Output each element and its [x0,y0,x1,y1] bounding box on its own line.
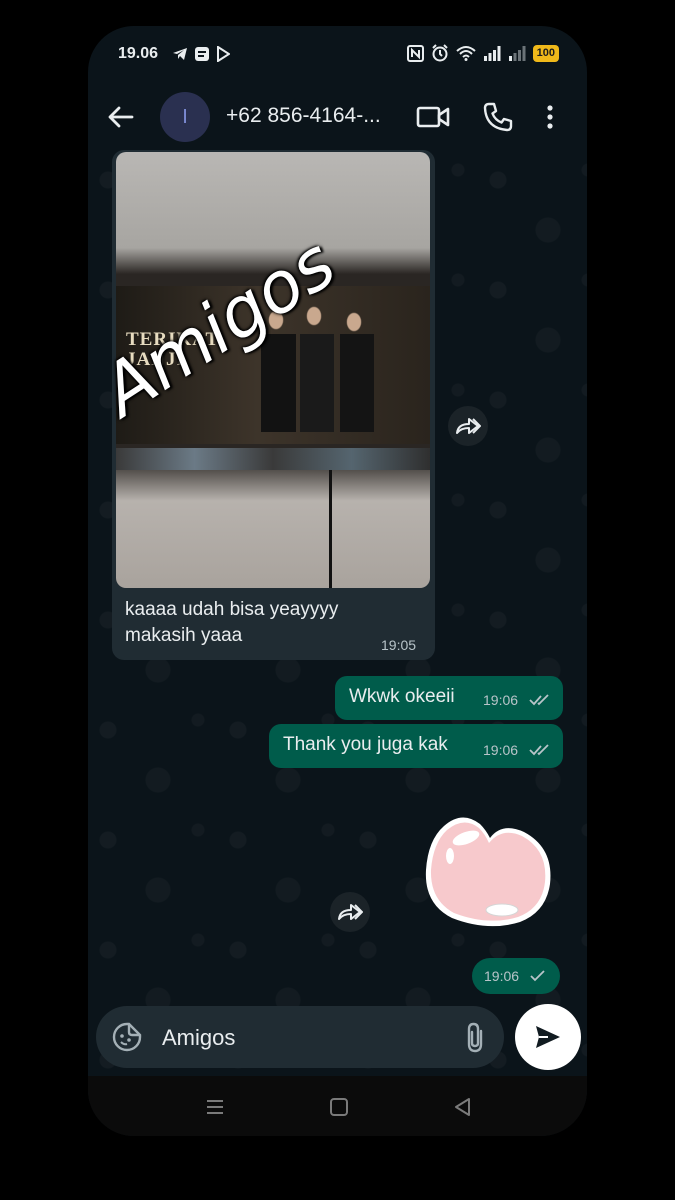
outgoing-message[interactable]: Thank you juga kak 19:06 [269,724,563,768]
photo-shelf [116,448,430,470]
message-time: 19:06 [483,692,519,708]
send-icon [536,1026,560,1048]
system-nav-bar [88,1076,587,1136]
message-input[interactable] [160,1022,454,1054]
signal-icon [483,46,501,61]
send-button[interactable] [515,1004,581,1070]
photo-cable [329,470,332,588]
message-app-icon [195,47,209,61]
phone-call-icon[interactable] [482,101,514,133]
sticker-emoji-icon[interactable] [112,1022,142,1052]
recent-apps-icon[interactable] [204,1096,226,1118]
message-input-pill[interactable] [96,1006,504,1068]
double-check-icon [529,744,549,756]
sticker-time-chip: 19:06 [472,958,560,994]
contact-name[interactable]: +62 856-4164-... [226,104,381,128]
chat-header: I +62 856-4164-... [88,82,587,150]
forward-icon [338,904,363,920]
chat-area[interactable]: TERIKAT JANJI Amigos kaaaa udah bisa yea… [88,150,587,1076]
message-text: Thank you juga kak [283,734,448,755]
incoming-image-message[interactable]: TERIKAT JANJI Amigos kaaaa udah bisa yea… [88,150,435,660]
message-text: Wkwk okeeii [349,686,455,707]
signal-icon-2 [508,46,526,61]
status-time: 19.06 [118,45,159,62]
wifi-icon [455,46,476,61]
forward-button[interactable] [330,892,370,932]
alarm-icon [431,44,448,62]
phone-screen: 19.06 100 I +62 856-4164-... TERIKAT JAN… [88,26,587,1136]
status-right-icons: 100 [406,44,559,62]
home-icon[interactable] [328,1096,350,1118]
message-caption-line-1: kaaaa udah bisa yeayyyy [125,599,339,620]
outgoing-message[interactable]: Wkwk okeeii 19:06 [335,676,563,720]
avatar[interactable]: I [160,92,210,142]
nfc-icon [406,44,424,62]
attachment-icon[interactable] [462,1022,490,1054]
message-time: 19:06 [484,968,520,984]
battery-icon: 100 [532,44,559,62]
message-time: 19:05 [381,637,417,653]
back-icon[interactable] [452,1096,474,1118]
double-check-icon [529,694,549,706]
play-icon [217,46,230,62]
back-arrow-icon[interactable] [106,102,136,132]
more-vert-icon[interactable] [542,101,558,133]
message-composer [88,1004,587,1076]
status-bar: 19.06 100 [88,26,587,82]
message-time: 19:06 [483,742,519,758]
video-call-icon[interactable] [416,102,450,132]
telegram-icon [173,48,187,60]
status-left-icons [172,46,230,62]
pink-heart-sticker[interactable] [422,808,562,934]
message-caption-line-2: makasih yaaa [125,625,243,646]
forward-icon [456,418,481,434]
forward-button[interactable] [448,406,488,446]
single-check-icon [530,970,545,982]
